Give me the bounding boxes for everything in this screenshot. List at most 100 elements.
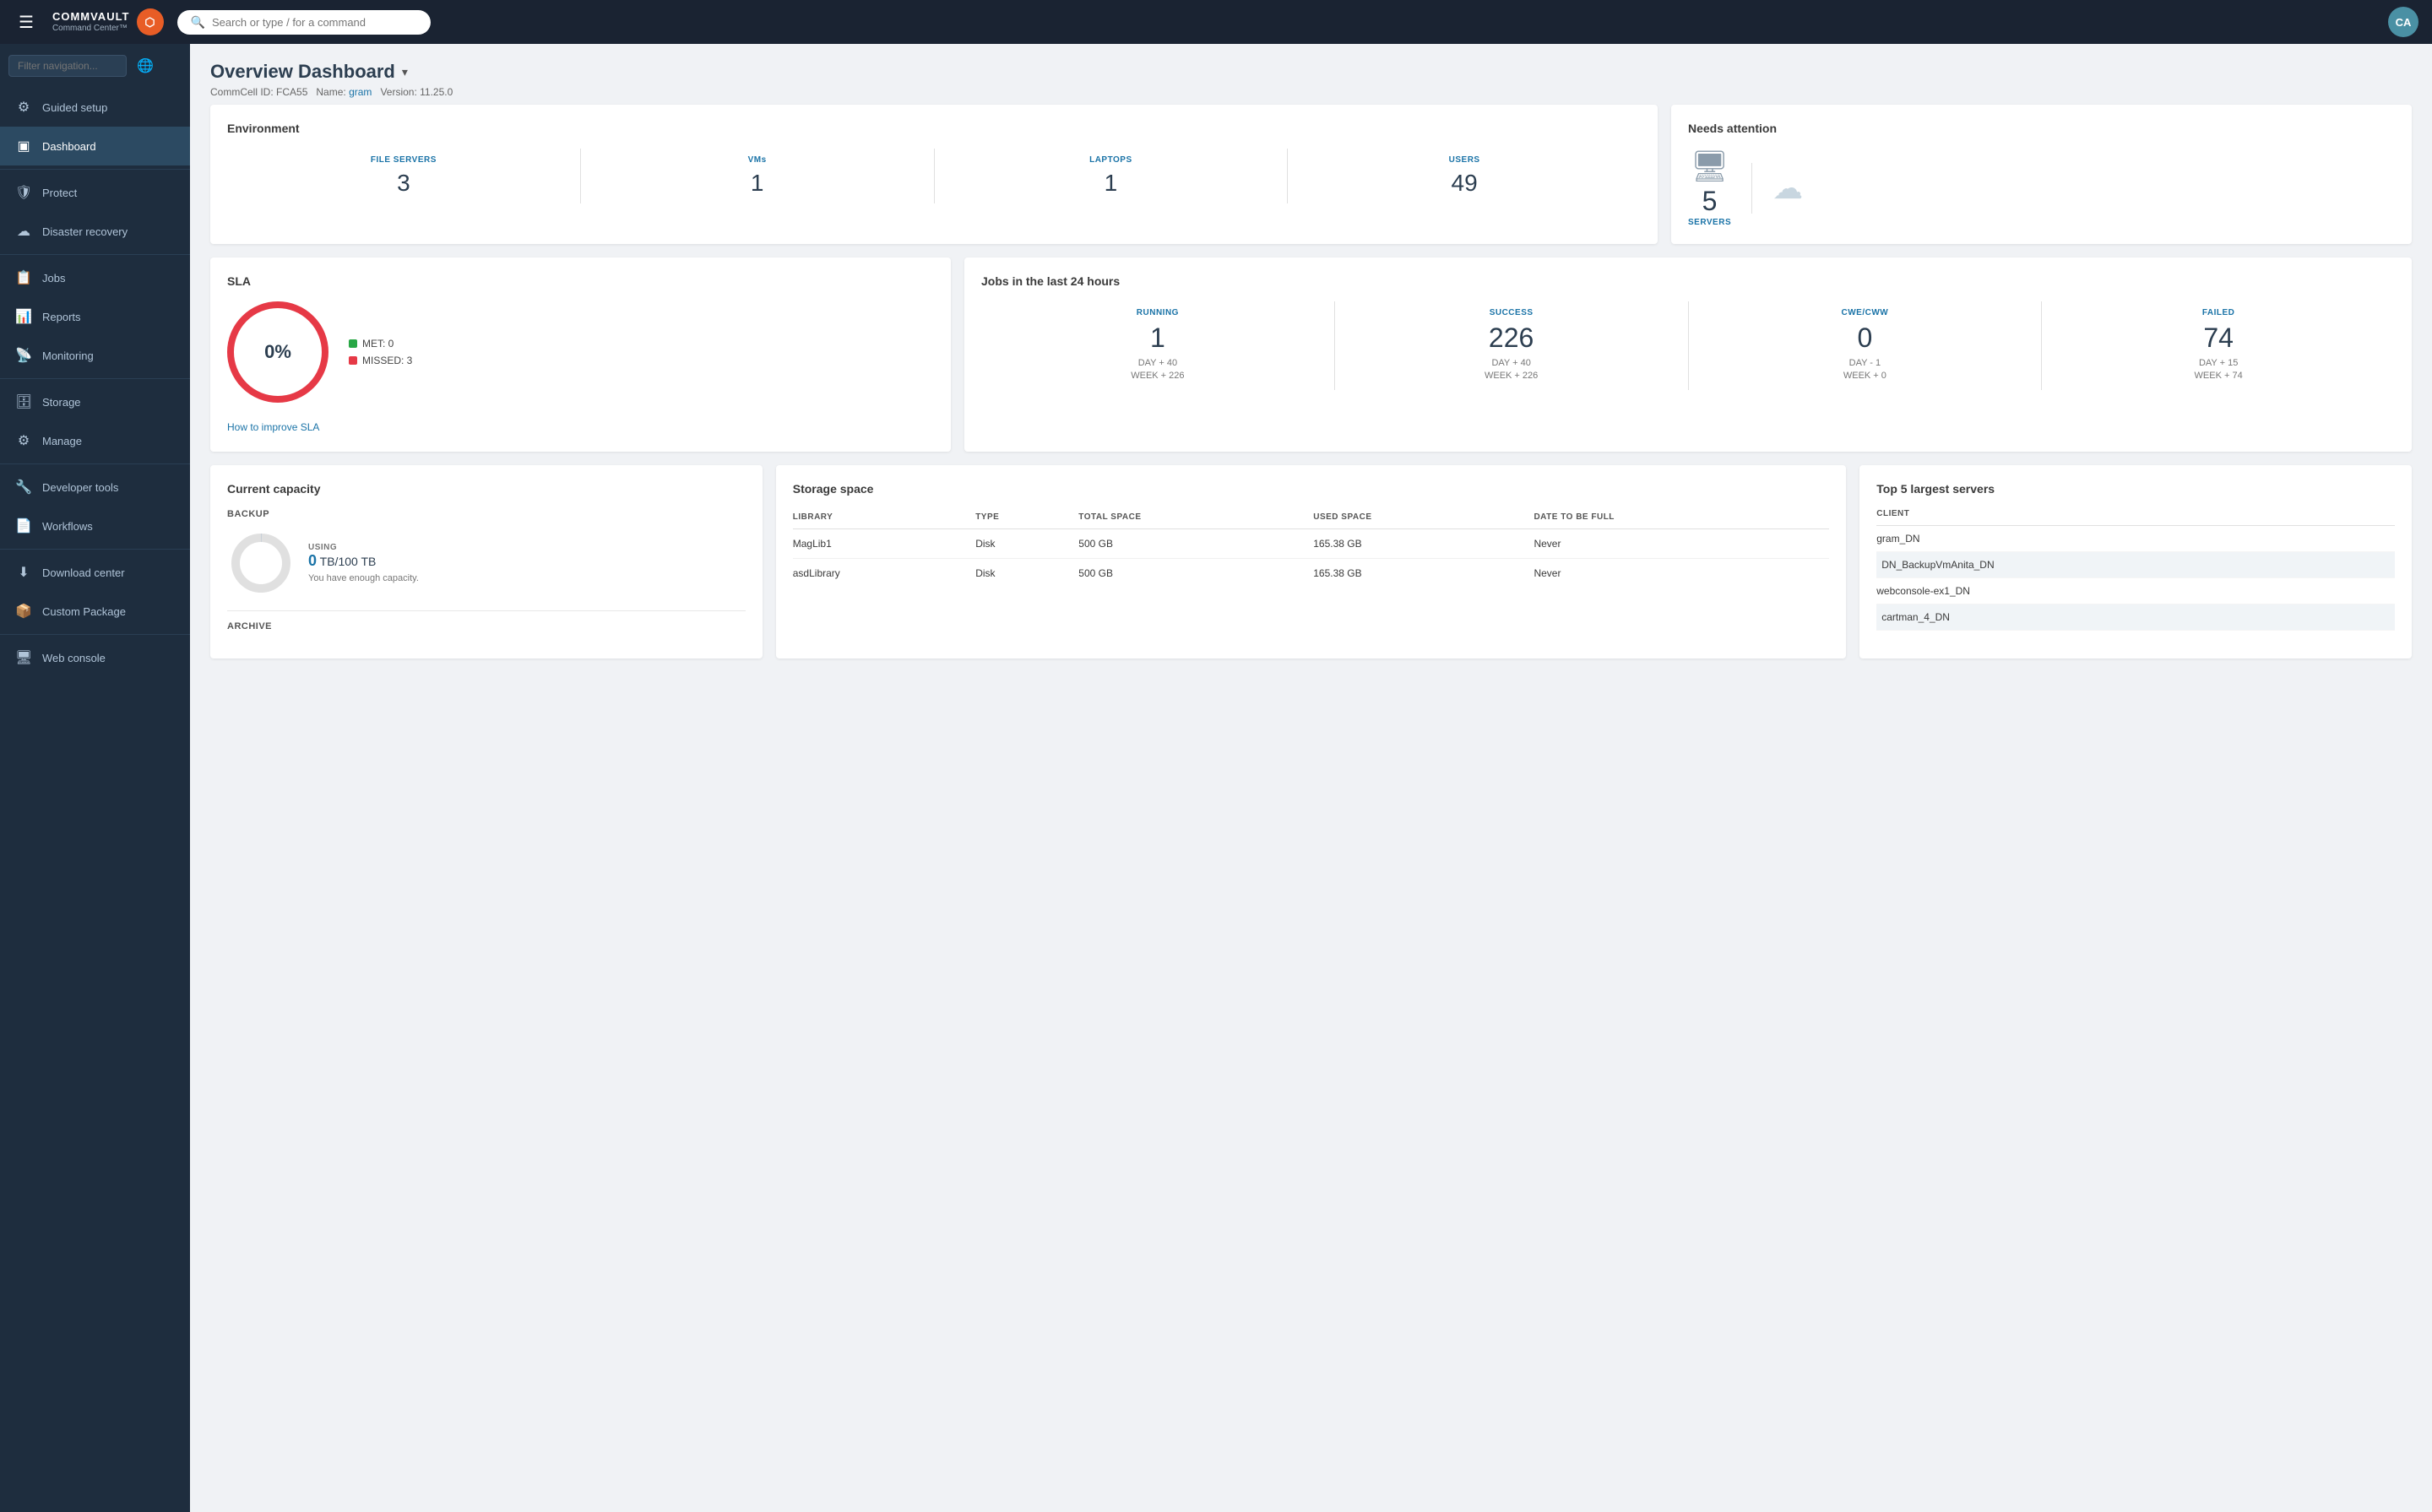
vms-label: VMs <box>581 155 934 165</box>
storage-title: Storage space <box>793 482 1830 496</box>
storage-table: LIBRARY TYPE TOTAL SPACE USED SPACE DATE… <box>793 509 1830 588</box>
globe-button[interactable]: 🌐 <box>133 54 157 78</box>
sidebar-item-reports[interactable]: 📊 Reports <box>0 297 190 336</box>
date-cell: Never <box>1534 529 1829 559</box>
sidebar-item-label: Jobs <box>42 272 65 285</box>
type-cell: Disk <box>975 559 1078 588</box>
search-input[interactable] <box>212 16 417 29</box>
sidebar-item-workflows[interactable]: 📄 Workflows <box>0 507 190 545</box>
usage-value: 0 TB/100 TB <box>308 552 419 570</box>
type-header: TYPE <box>975 509 1078 529</box>
sla-title: SLA <box>227 274 934 288</box>
sidebar-item-dashboard[interactable]: ▣ Dashboard <box>0 127 190 165</box>
sidebar-item-download-center[interactable]: ⬇ Download center <box>0 553 190 592</box>
capacity-title: Current capacity <box>227 482 746 496</box>
page-title: Overview Dashboard <box>210 61 395 83</box>
failed-metric[interactable]: FAILED 74 DAY + 15 WEEK + 74 <box>2042 301 2395 390</box>
servers-attention-count: 5 <box>1702 187 1718 214</box>
sla-improve-link[interactable]: How to improve SLA <box>227 421 319 433</box>
attention-title: Needs attention <box>1688 122 2395 135</box>
sidebar-divider <box>0 169 190 170</box>
total-cell: 500 GB <box>1078 529 1313 559</box>
total-cell: 500 GB <box>1078 559 1313 588</box>
content-area: Overview Dashboard ▾ CommCell ID: FCA55 … <box>190 44 2432 1512</box>
sidebar-item-label: Reports <box>42 311 81 323</box>
sidebar-item-manage[interactable]: ⚙ Manage <box>0 421 190 460</box>
sidebar-item-disaster-recovery[interactable]: ☁ Disaster recovery <box>0 212 190 251</box>
sidebar-item-protect[interactable]: 🛡 Protect <box>0 173 190 212</box>
sla-content: 0% MET: 0 MISSED: 3 <box>227 301 934 403</box>
cloud-attention-item[interactable]: ☁ <box>1772 171 1803 206</box>
servers-attention-item[interactable]: 🖥 5 SERVERS <box>1688 149 1731 227</box>
sidebar-item-label: Web console <box>42 652 106 664</box>
environment-title: Environment <box>227 122 1641 135</box>
sidebar-item-monitoring[interactable]: 📡 Monitoring <box>0 336 190 375</box>
manage-icon: ⚙ <box>15 432 32 449</box>
jobs-title: Jobs in the last 24 hours <box>981 274 2395 288</box>
search-bar[interactable]: 🔍 <box>177 10 431 35</box>
failed-value: 74 <box>2042 322 2395 354</box>
users-label: USERS <box>1288 155 1641 165</box>
sla-circle: 0% <box>227 301 328 403</box>
date-cell: Never <box>1534 559 1829 588</box>
sidebar-divider-5 <box>0 549 190 550</box>
sidebar-divider-6 <box>0 634 190 635</box>
guided-setup-icon: ⚙ <box>15 99 32 116</box>
sidebar-item-web-console[interactable]: 🖥 Web console <box>0 638 190 677</box>
commcell-name-link[interactable]: gram <box>349 86 372 98</box>
sidebar-item-developer-tools[interactable]: 🔧 Developer tools <box>0 468 190 507</box>
cloud-attention-icon: ☁ <box>1772 171 1803 206</box>
sidebar-item-jobs[interactable]: 📋 Jobs <box>0 258 190 297</box>
backup-section-title: BACKUP <box>227 509 746 519</box>
list-item[interactable]: webconsole-ex1_DN <box>1876 578 2395 604</box>
sidebar-item-label: Protect <box>42 187 77 199</box>
laptops-metric[interactable]: LAPTOPS 1 <box>935 149 1289 203</box>
sidebar-item-label: Disaster recovery <box>42 225 128 238</box>
sla-legend-missed: MISSED: 3 <box>349 355 412 366</box>
users-metric[interactable]: USERS 49 <box>1288 149 1641 203</box>
dashboard-dropdown-icon[interactable]: ▾ <box>402 65 408 79</box>
success-metric[interactable]: SUCCESS 226 DAY + 40 WEEK + 226 <box>1335 301 1689 390</box>
type-cell: Disk <box>975 529 1078 559</box>
list-item[interactable]: gram_DN <box>1876 526 2395 552</box>
first-row: Environment FILE SERVERS 3 VMs 1 LAPTOPS… <box>210 105 2412 244</box>
cwe-metric[interactable]: CWE/CWW 0 DAY - 1 WEEK + 0 <box>1689 301 2043 390</box>
sidebar-item-storage[interactable]: 🗄 Storage <box>0 382 190 421</box>
sidebar-divider-4 <box>0 463 190 464</box>
sidebar-item-label: Custom Package <box>42 605 126 618</box>
page-header: Overview Dashboard ▾ CommCell ID: FCA55 … <box>210 61 2412 98</box>
capacity-donut-row: USING 0 TB/100 TB You have enough capaci… <box>227 529 746 597</box>
using-label: USING <box>308 543 419 552</box>
sidebar-item-label: Download center <box>42 566 125 579</box>
met-dot <box>349 339 357 348</box>
list-item[interactable]: DN_BackupVmAnita_DN <box>1876 552 2395 578</box>
hamburger-menu[interactable]: ☰ <box>14 7 39 38</box>
library-cell: MagLib1 <box>793 529 975 559</box>
success-value: 226 <box>1335 322 1688 354</box>
running-metric[interactable]: RUNNING 1 DAY + 40 WEEK + 226 <box>981 301 1335 390</box>
top-nav: ☰ COMMVAULT Command Center™ ⬡ 🔍 CA <box>0 0 2432 44</box>
list-item[interactable]: cartman_4_DN <box>1876 604 2395 631</box>
vms-metric[interactable]: VMs 1 <box>581 149 935 203</box>
archive-section-title: ARCHIVE <box>227 621 746 631</box>
sidebar-divider-3 <box>0 378 190 379</box>
table-row: MagLib1 Disk 500 GB 165.38 GB Never <box>793 529 1830 559</box>
library-cell: asdLibrary <box>793 559 975 588</box>
avatar[interactable]: CA <box>2388 7 2418 37</box>
library-header: LIBRARY <box>793 509 975 529</box>
logo-text: COMMVAULT Command Center™ <box>52 10 130 34</box>
sidebar-item-guided-setup[interactable]: ⚙ Guided setup <box>0 88 190 127</box>
page-meta: CommCell ID: FCA55 Name: gram Version: 1… <box>210 86 2412 98</box>
cwe-delta: DAY - 1 WEEK + 0 <box>1689 357 2042 383</box>
main-layout: 🌐 ⚙ Guided setup ▣ Dashboard 🛡 Protect ☁… <box>0 44 2432 1512</box>
filter-navigation-input[interactable] <box>8 55 127 77</box>
file-servers-metric[interactable]: FILE SERVERS 3 <box>227 149 581 203</box>
monitoring-icon: 📡 <box>15 347 32 364</box>
attention-items: 🖥 5 SERVERS ☁ <box>1688 149 2395 227</box>
page-title-row: Overview Dashboard ▾ <box>210 61 2412 83</box>
met-label: MET: 0 <box>362 338 394 350</box>
sidebar-filter-area: 🌐 <box>0 44 190 88</box>
third-row: Current capacity BACKUP USING 0 TB/100 T… <box>210 465 2412 658</box>
second-row: SLA 0% MET: 0 MISSED: 3 How to i <box>210 257 2412 452</box>
sidebar-item-custom-package[interactable]: 📦 Custom Package <box>0 592 190 631</box>
